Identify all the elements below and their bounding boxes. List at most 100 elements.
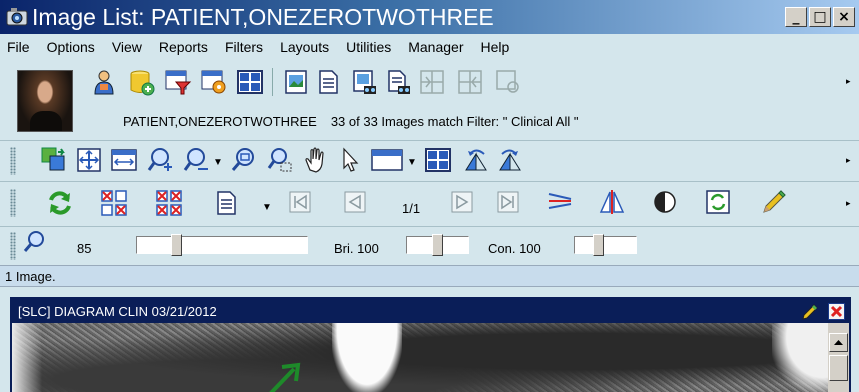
image-window[interactable]: [SLC] DIAGRAM CLIN 03/21/2012 — [10, 297, 851, 392]
menu-layouts[interactable]: Layouts — [280, 39, 329, 55]
preferences-icon[interactable] — [200, 68, 228, 96]
pan-hand-icon[interactable] — [302, 146, 330, 174]
menu-filters[interactable]: Filters — [225, 39, 263, 55]
image-search-icon[interactable] — [350, 68, 378, 96]
menu-options[interactable]: Options — [47, 39, 95, 55]
navigation-toolbar: ▼ 1/1 ▸ — [0, 181, 859, 225]
document-search-icon[interactable] — [384, 68, 412, 96]
pointer-icon[interactable] — [336, 146, 364, 174]
image-light-region — [772, 323, 828, 392]
overflow-chevron-icon[interactable]: ▸ — [846, 155, 851, 166]
overflow-chevron-icon[interactable]: ▸ — [846, 76, 851, 87]
maximize-button[interactable]: □ — [809, 7, 831, 27]
zoom-slider-thumb[interactable] — [171, 234, 182, 256]
clinical-image[interactable] — [12, 323, 828, 392]
overflow-chevron-icon[interactable]: ▸ — [846, 198, 851, 209]
rotate-right-icon[interactable] — [496, 146, 524, 174]
app-camera-icon — [6, 8, 28, 26]
document-dropdown-chevron-icon[interactable]: ▼ — [262, 202, 272, 213]
document-icon[interactable] — [212, 189, 240, 217]
zoom-out-icon[interactable] — [182, 146, 210, 174]
database-icon[interactable] — [128, 68, 156, 96]
page-indicator: 1/1 — [402, 201, 421, 216]
vertical-scrollbar[interactable] — [828, 323, 849, 392]
image-icon[interactable] — [282, 68, 310, 96]
title-bar: Image List: PATIENT,ONEZEROTWOTHREE _ □ … — [0, 0, 859, 34]
contrast-slider[interactable] — [574, 234, 637, 256]
adjust-toolbar: 85 Bri. 100 Con. 100 — [0, 226, 859, 264]
maximize-glyph: □ — [813, 9, 827, 25]
menu-manager[interactable]: Manager — [408, 39, 463, 55]
image-count-text: 1 Image. — [5, 269, 56, 284]
patient-info-icon[interactable] — [90, 68, 118, 96]
split-left-icon — [420, 70, 444, 94]
grid-icon[interactable] — [424, 146, 452, 174]
annotate-pencil-icon[interactable] — [760, 188, 788, 216]
menu-reports[interactable]: Reports — [159, 39, 208, 55]
contrast-slider-thumb[interactable] — [593, 234, 604, 256]
image-area: [SLC] DIAGRAM CLIN 03/21/2012 — [0, 288, 859, 392]
copy-images-icon[interactable] — [40, 146, 68, 174]
image-window-title: [SLC] DIAGRAM CLIN 03/21/2012 — [18, 304, 217, 319]
refresh-icon[interactable] — [46, 189, 74, 217]
toolbar-grip[interactable] — [10, 147, 16, 175]
toolbar-grip[interactable] — [10, 189, 16, 217]
patient-photo[interactable] — [17, 70, 73, 132]
arrow-annotation-icon — [269, 362, 301, 392]
minimize-glyph: _ — [792, 9, 800, 25]
zoom-slider[interactable] — [136, 234, 308, 256]
zoom-fit-icon[interactable] — [230, 146, 258, 174]
clear-all-icon[interactable] — [155, 189, 183, 217]
window-dropdown-chevron-icon[interactable]: ▼ — [407, 157, 417, 168]
zoom-in-icon[interactable] — [146, 146, 174, 174]
contrast-label: Con. 100 — [488, 241, 541, 256]
brightness-slider-thumb[interactable] — [432, 234, 443, 256]
menu-utilities[interactable]: Utilities — [346, 39, 391, 55]
toolbar-grip[interactable] — [10, 232, 16, 260]
filter-status: 33 of 33 Images match Filter: " Clinical… — [330, 114, 579, 129]
next-page-icon — [451, 191, 473, 213]
clear-selected-icon[interactable] — [100, 189, 128, 217]
zoom-level-icon — [23, 231, 44, 252]
zoom-value: 85 — [77, 241, 92, 256]
invert-icon[interactable] — [651, 188, 679, 216]
patient-name: PATIENT,ONEZEROTWOTHREE — [123, 114, 317, 129]
last-page-icon — [497, 191, 519, 213]
scroll-up-button[interactable] — [829, 333, 848, 352]
image-window-close-button[interactable] — [828, 303, 845, 320]
fit-icon[interactable] — [75, 146, 103, 174]
menu-view[interactable]: View — [112, 39, 142, 55]
patient-toolbar: ▸ PATIENT,ONEZEROTWOTHREE 33 of 33 Images… — [0, 62, 859, 138]
reset-icon[interactable] — [704, 188, 732, 216]
menu-help[interactable]: Help — [481, 39, 510, 55]
image-count-bar: 1 Image. — [0, 265, 859, 287]
prev-page-icon — [344, 191, 366, 213]
close-glyph: × — [838, 9, 850, 25]
image-light-region — [12, 323, 42, 392]
window-title: Image List: PATIENT,ONEZEROTWOTHREE — [32, 4, 494, 30]
brightness-slider[interactable] — [406, 234, 469, 256]
layout-grid-icon[interactable] — [236, 68, 264, 96]
view-toolbar: ▼ ▼ ▸ — [0, 140, 859, 180]
flip-horizontal-icon[interactable] — [546, 188, 574, 216]
document-icon[interactable] — [314, 68, 342, 96]
menu-file[interactable]: File — [7, 39, 30, 55]
scroll-thumb[interactable] — [829, 355, 848, 381]
image-window-title-bar[interactable]: [SLC] DIAGRAM CLIN 03/21/2012 — [12, 299, 849, 323]
rotate-left-icon[interactable] — [462, 146, 490, 174]
minimize-button[interactable]: _ — [785, 7, 807, 27]
menu-bar: File Options View Reports Filters Layout… — [0, 34, 859, 60]
close-icon — [830, 305, 843, 318]
zoom-select-icon[interactable] — [266, 146, 294, 174]
image-light-region — [332, 323, 402, 392]
split-right-icon — [458, 70, 482, 94]
zoom-dropdown-chevron-icon[interactable]: ▼ — [213, 157, 223, 168]
window-icon[interactable] — [370, 146, 404, 174]
annotate-pencil-icon[interactable] — [801, 303, 819, 321]
toolbar-separator — [272, 68, 273, 96]
filter-icon[interactable] — [164, 68, 192, 96]
close-button[interactable]: × — [833, 7, 855, 27]
mirror-icon[interactable] — [598, 188, 626, 216]
patient-status-line: PATIENT,ONEZEROTWOTHREE 33 of 33 Images m… — [123, 114, 578, 129]
fit-width-icon[interactable] — [110, 146, 138, 174]
